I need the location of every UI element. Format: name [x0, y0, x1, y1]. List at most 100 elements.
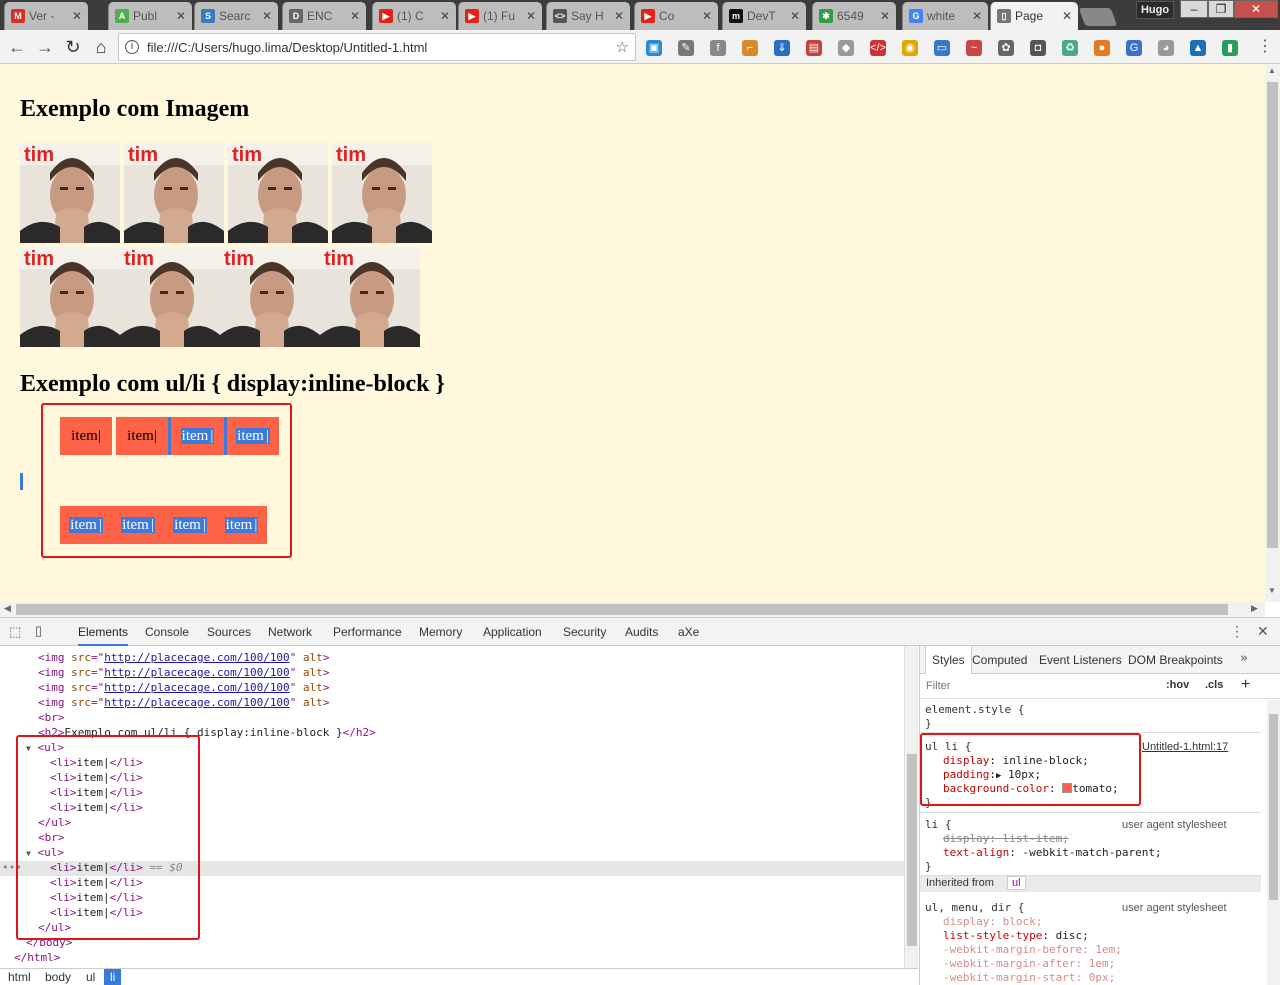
extension-save-icon[interactable]: ⇓ — [774, 40, 790, 56]
page-vertical-scrollbar[interactable]: ▲ ▼ — [1265, 64, 1280, 602]
devtools-menu-icon[interactable]: ⋮ — [1230, 623, 1244, 640]
devtools-tab[interactable]: Security — [563, 618, 606, 646]
portrait-icon: tim — [120, 247, 220, 347]
scroll-thumb[interactable] — [1267, 82, 1278, 548]
close-tab-icon[interactable]: ✕ — [350, 9, 360, 23]
extension-coin-icon[interactable]: ◉ — [902, 40, 918, 56]
extension-chart-icon[interactable]: ~ — [966, 40, 982, 56]
reload-button[interactable]: ↻ — [62, 36, 84, 58]
browser-tab[interactable]: <> Say H ✕ — [546, 2, 630, 30]
arrow-right-icon: → — [36, 37, 54, 57]
extension-font-icon[interactable]: f — [710, 40, 726, 56]
dom-img-node[interactable]: <img src="http://placecage.com/100/100" … — [38, 665, 329, 680]
extension-palette-icon[interactable]: ◕ — [1158, 40, 1174, 56]
close-tab-icon[interactable]: ✕ — [614, 9, 624, 23]
styles-subtab[interactable]: DOM Breakpoints — [1128, 646, 1223, 674]
breadcrumb-item[interactable]: ul — [86, 969, 95, 985]
extension-recycle-icon[interactable]: ♻ — [1062, 40, 1078, 56]
close-window-button[interactable]: ✕ — [1234, 0, 1278, 18]
styles-subtab[interactable]: Computed — [972, 646, 1027, 674]
dom-img-node[interactable]: <img src="http://placecage.com/100/100" … — [38, 680, 329, 695]
devtools-tab[interactable]: Audits — [625, 618, 658, 646]
profile-button[interactable]: Hugo — [1136, 1, 1174, 19]
new-tab-button[interactable] — [1078, 8, 1118, 26]
close-tab-icon[interactable]: ✕ — [440, 9, 450, 23]
inspect-element-icon[interactable]: ⬚ — [9, 624, 21, 640]
extension-bars-icon[interactable]: ▮ — [1222, 40, 1238, 56]
dom-node-line[interactable]: </html> — [14, 950, 60, 965]
extension-drop-icon[interactable]: ▲ — [1190, 40, 1206, 56]
browser-tab[interactable]: ✱ 6549 ✕ — [812, 2, 896, 30]
hscroll-thumb[interactable] — [16, 604, 1228, 615]
styles-subtab[interactable]: Styles — [925, 646, 972, 674]
devtools-tab[interactable]: aXe — [678, 618, 699, 646]
devtools-tab[interactable]: Performance — [333, 618, 402, 646]
extension-ball-icon[interactable]: ● — [1094, 40, 1110, 56]
home-button[interactable]: ⌂ — [90, 36, 112, 58]
address-bar[interactable]: i file:///C:/Users/hugo.lima/Desktop/Unt… — [118, 33, 636, 61]
browser-tab[interactable]: ▶ (1) Fu ✕ — [458, 2, 542, 30]
menu-button[interactable]: ⋮ — [1254, 36, 1276, 58]
forward-button[interactable]: → — [34, 36, 56, 58]
elements-scrollbar[interactable] — [904, 646, 918, 968]
browser-tab[interactable]: A Publ ✕ — [108, 2, 192, 30]
close-tab-icon[interactable]: ✕ — [972, 9, 982, 23]
browser-tab[interactable]: ▶ (1) C ✕ — [372, 2, 456, 30]
page-horizontal-scrollbar[interactable]: ◀ ▶ — [0, 602, 1265, 617]
devtools-tab[interactable]: Application — [483, 618, 542, 646]
browser-tab[interactable]: D ENC ✕ — [282, 2, 366, 30]
browser-tab[interactable]: S Searc ✕ — [194, 2, 278, 30]
back-button[interactable]: ← — [6, 36, 28, 58]
devtools-tab[interactable]: Elements — [78, 618, 129, 646]
restore-button[interactable]: ❐ — [1208, 0, 1234, 18]
breadcrumb-item[interactable]: body — [45, 969, 71, 985]
browser-tab[interactable]: ▶ Co ✕ — [634, 2, 718, 30]
devtools-tab[interactable]: Memory — [419, 618, 462, 646]
close-tab-icon[interactable]: ✕ — [262, 9, 272, 23]
browser-tab[interactable]: m DevT ✕ — [722, 2, 806, 30]
close-tab-icon[interactable]: ✕ — [1062, 9, 1072, 23]
close-tab-icon[interactable]: ✕ — [702, 9, 712, 23]
browser-toolbar: ← → ↻ ⌂ i file:///C:/Users/hugo.lima/Des… — [0, 30, 1280, 64]
device-toolbar-icon[interactable]: ▯ — [35, 623, 42, 639]
extension-eyedropper-icon[interactable]: ✎ — [678, 40, 694, 56]
close-devtools-icon[interactable]: ✕ — [1257, 623, 1269, 640]
extension-note-icon[interactable]: ▤ — [806, 40, 822, 56]
minimize-button[interactable]: – — [1180, 0, 1208, 18]
styles-filter-input[interactable]: Filter — [926, 680, 950, 692]
browser-tab[interactable]: M Ver - ✕ — [4, 2, 88, 30]
browser-tab[interactable]: ▯ Page ✕ — [990, 2, 1078, 30]
extension-layer-icon[interactable]: ◆ — [838, 40, 854, 56]
dom-node-line[interactable]: <br> — [38, 710, 65, 725]
browser-tab[interactable]: Gwhite ✕ — [902, 2, 988, 30]
close-tab-icon[interactable]: ✕ — [880, 9, 890, 23]
styles-subtab[interactable]: Event Listeners — [1039, 646, 1122, 674]
extension-translate-icon[interactable]: G — [1126, 40, 1142, 56]
close-tab-icon[interactable]: ✕ — [176, 9, 186, 23]
new-style-rule-icon[interactable]: + — [1241, 676, 1250, 694]
devtools-tab[interactable]: Console — [145, 618, 189, 646]
breadcrumb-item[interactable]: html — [8, 969, 31, 985]
extension-settings-icon[interactable]: ✿ — [998, 40, 1014, 56]
inherited-tag-link[interactable]: ul — [1007, 876, 1026, 890]
bookmark-star-icon[interactable]: ☆ — [616, 38, 629, 56]
devtools-tab[interactable]: Network — [268, 618, 312, 646]
extension-ruler-icon[interactable]: ⌐ — [742, 40, 758, 56]
ul-li-source-link[interactable]: Untitled-1.html:17 — [1142, 740, 1228, 754]
more-tabs-icon[interactable]: » — [1240, 651, 1248, 666]
extension-shield-icon[interactable]: ◘ — [1030, 40, 1046, 56]
close-tab-icon[interactable]: ✕ — [72, 9, 82, 23]
portrait-image: tim — [20, 247, 120, 347]
extension-window-icon[interactable]: ▭ — [934, 40, 950, 56]
dom-img-node[interactable]: <img src="http://placecage.com/100/100" … — [38, 650, 329, 665]
extension-code-icon[interactable]: </> — [870, 40, 886, 56]
breadcrumb-item[interactable]: li — [104, 969, 122, 985]
devtools-tab[interactable]: Sources — [207, 618, 251, 646]
hov-toggle[interactable]: :hov — [1166, 679, 1189, 691]
close-tab-icon[interactable]: ✕ — [790, 9, 800, 23]
styles-scrollbar[interactable] — [1267, 700, 1280, 985]
extension-pocket-icon[interactable]: ▣ — [646, 40, 662, 56]
cls-toggle[interactable]: .cls — [1205, 679, 1223, 691]
close-tab-icon[interactable]: ✕ — [526, 9, 536, 23]
dom-img-node[interactable]: <img src="http://placecage.com/100/100" … — [38, 695, 329, 710]
